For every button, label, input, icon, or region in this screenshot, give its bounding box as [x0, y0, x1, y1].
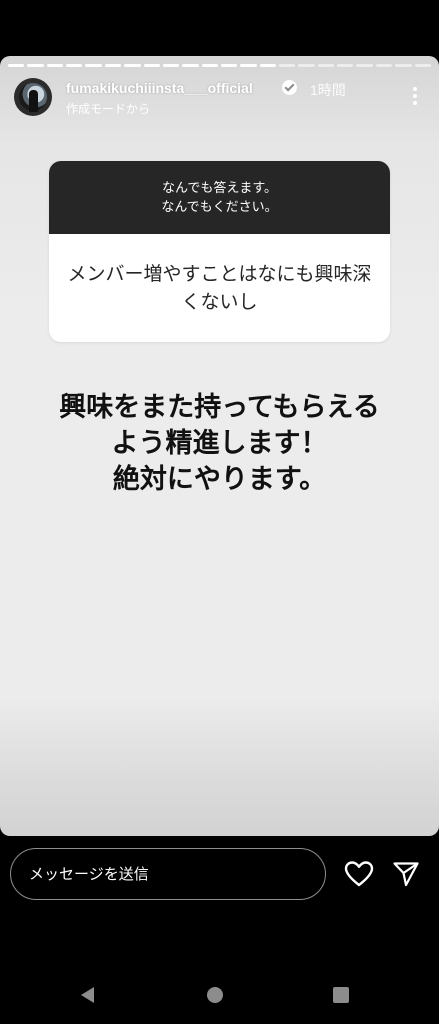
- verified-badge-icon: [282, 80, 297, 95]
- story-view[interactable]: fumakikuchiiinsta___official 1時間 作成モードから…: [0, 56, 439, 836]
- story-progress-segment: [279, 64, 296, 67]
- post-time: 1時間: [310, 82, 346, 98]
- caption-line-1: 興味をまた持ってもらえる: [59, 392, 380, 423]
- avatar[interactable]: [14, 78, 52, 116]
- story-progress-segment: [414, 64, 431, 67]
- screen: fumakikuchiiinsta___official 1時間 作成モードから…: [0, 0, 439, 1024]
- story-progress-segment: [124, 64, 141, 67]
- story-progress-segment: [182, 64, 199, 67]
- story-progress-segment: [317, 64, 335, 67]
- story-progress-segment: [104, 64, 122, 67]
- story-progress-segment: [337, 64, 354, 67]
- story-progress-segment: [46, 64, 64, 67]
- question-sticker-prompt: なんでも答えます。 なんでもください。: [49, 161, 390, 234]
- story-progress-segment: [259, 64, 277, 67]
- story-progress-segment: [66, 64, 83, 67]
- more-options-icon[interactable]: [405, 84, 425, 108]
- story-progress-segment: [375, 64, 393, 67]
- caption-line-2: よう精進します！: [111, 428, 328, 459]
- message-input[interactable]: メッセージを送信: [10, 848, 326, 900]
- system-navigation-bar: [0, 968, 439, 1024]
- story-progress-segment: [27, 64, 44, 67]
- story-subtitle[interactable]: 作成モードから: [66, 100, 150, 117]
- username[interactable]: fumakikuchiiinsta___official: [66, 80, 253, 96]
- prompt-line-1: なんでも答えます。: [161, 180, 278, 196]
- story-progress-segment: [240, 64, 257, 67]
- story-progress-segment: [85, 64, 102, 67]
- story-caption: 興味をまた持ってもらえる よう精進します！ 絶対にやります。: [0, 390, 439, 498]
- caption-line-3: 絶対にやります。: [112, 464, 327, 495]
- back-triangle-icon[interactable]: [78, 985, 98, 1005]
- avatar-figure: [29, 90, 38, 112]
- question-sticker-answer: メンバー増やすことはなにも興味深くないし: [67, 263, 372, 313]
- question-sticker[interactable]: なんでも答えます。 なんでもください。 メンバー増やすことはなにも興味深くないし: [49, 161, 390, 342]
- story-progress-segment: [298, 64, 315, 67]
- reply-bar: メッセージを送信: [0, 836, 439, 956]
- story-progress-segment: [143, 64, 160, 67]
- send-icon[interactable]: [392, 860, 420, 888]
- story-progress-segment: [356, 64, 373, 67]
- story-progress-segment: [395, 64, 412, 67]
- story-progress-segment: [220, 64, 238, 67]
- story-progress-segment: [162, 64, 180, 67]
- story-progress-segment: [201, 64, 218, 67]
- story-progress-bar: [8, 64, 431, 67]
- heart-icon[interactable]: [344, 860, 374, 888]
- story-header: fumakikuchiiinsta___official 1時間 作成モードから: [14, 78, 425, 118]
- home-circle-icon[interactable]: [207, 987, 223, 1003]
- story-progress-segment: [8, 64, 25, 67]
- prompt-line-2: なんでもください。: [161, 199, 278, 215]
- recents-square-icon[interactable]: [333, 987, 349, 1003]
